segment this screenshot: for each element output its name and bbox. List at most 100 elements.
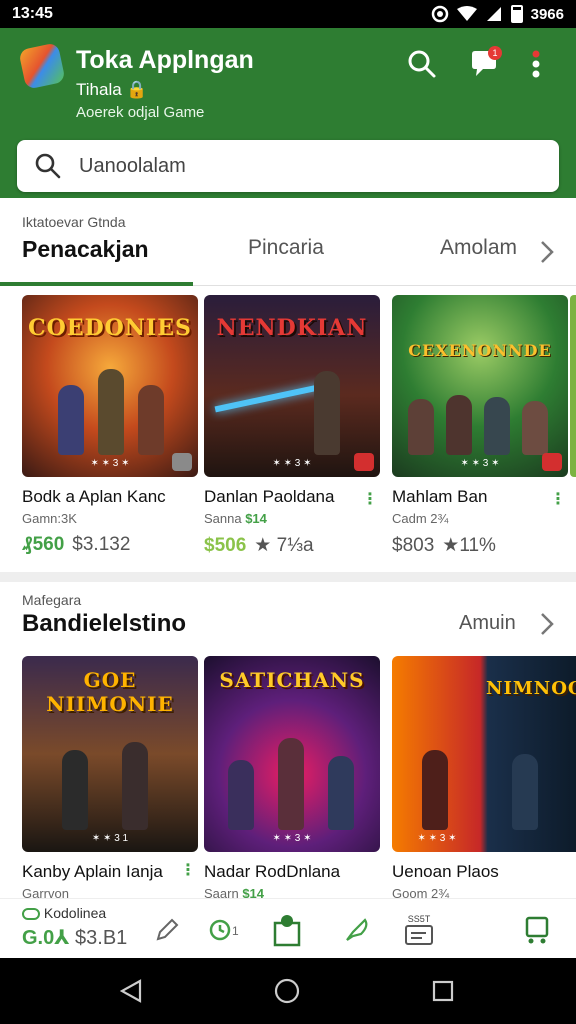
game-card[interactable]: GOE NIIMONIE ✶ ✶ 3 1 Kanby Aplain Ianja … xyxy=(22,656,198,901)
next-card-peek xyxy=(570,295,576,477)
character-figure xyxy=(138,385,164,455)
character-figure xyxy=(278,738,304,830)
back-button[interactable] xyxy=(116,976,146,1006)
game-name: Bodk a Aplan Kanc xyxy=(22,487,166,506)
character-figure xyxy=(522,401,548,455)
notification-badge: 1 xyxy=(488,46,502,60)
game-price-row: $803 ★11% xyxy=(392,534,568,557)
character-figure xyxy=(408,399,434,455)
nav-wallet-button[interactable]: SS5T xyxy=(402,913,436,947)
search-input[interactable]: Uanoolalam xyxy=(17,140,559,192)
system-navigation-bar xyxy=(0,958,576,1024)
library-icon xyxy=(525,916,549,944)
nav-clock-button[interactable]: 1 xyxy=(206,913,246,947)
game-name: Mahlam Ban xyxy=(392,487,488,506)
game-name: Danlan Paoldana xyxy=(204,487,335,506)
game-cover-image: GOE NIIMONIE ✶ ✶ 3 1 xyxy=(22,656,198,852)
character-figure xyxy=(228,760,254,830)
cover-dots: ✶ ✶ 3 1 xyxy=(91,833,129,844)
recents-square-icon xyxy=(432,980,454,1002)
game-card[interactable]: CEXENONNDE ✶ ✶ 3 ✶ Mahlam Ban Cadm 2¾ $8… xyxy=(392,295,568,557)
character-figure xyxy=(446,395,472,455)
character-figure xyxy=(422,750,448,830)
clock-icon: 1 xyxy=(209,919,239,941)
wifi-icon xyxy=(456,6,477,21)
game-meta: Gamn:3K xyxy=(22,511,77,526)
game-card[interactable]: COEDONIES ✶ ✶ 3 ✶ Bodk a Aplan Kanc Gamn… xyxy=(22,295,198,556)
battery-text: 3966 xyxy=(530,5,564,23)
chevron-right-icon[interactable] xyxy=(540,612,554,636)
wallet-icon xyxy=(405,925,433,945)
app-subtitle: Tihala 🔒 xyxy=(76,80,148,99)
pen-icon xyxy=(156,918,179,941)
nav-wallet-label: SS5T xyxy=(407,914,431,924)
section-overline: Mafegara xyxy=(22,592,82,608)
recents-button[interactable] xyxy=(428,976,458,1006)
game-name: Nadar RodDnlana xyxy=(204,862,341,881)
game-card[interactable]: NENDKIAN ✶ ✶ 3 ✶ Danlan Paoldana Sanna $… xyxy=(204,295,380,557)
status-icons: 3966 xyxy=(431,5,564,23)
game-price-row: $506 ★ 7⅓a xyxy=(204,534,380,557)
game-cover-image: NENDKIAN ✶ ✶ 3 ✶ xyxy=(204,295,380,477)
game-price-primary: $803 xyxy=(392,534,435,556)
section-divider xyxy=(0,572,576,582)
character-figure xyxy=(62,750,88,830)
game-name: Kanby Aplain Ianja xyxy=(22,862,163,881)
active-tab-indicator xyxy=(0,282,193,286)
bottom-overline: Kodolinea xyxy=(22,905,106,921)
nav-library-button[interactable] xyxy=(520,913,554,947)
card-more-icon[interactable]: ⋮ xyxy=(180,860,196,880)
see-more-link[interactable]: Amuin xyxy=(459,612,516,635)
tabs-overline: Iktatoevar Gtnda xyxy=(22,214,126,230)
tab-bar: Penacakjan Pincaria Amolam xyxy=(0,232,576,286)
gamepad-icon xyxy=(22,908,40,921)
game-card[interactable]: NIMNOON ✶ ✶ 3 ✶ Uenoan Plaos Goom 2¾ xyxy=(392,656,576,901)
game-price-row: ₰560 $3.132 xyxy=(22,534,198,556)
card-more-icon[interactable]: ⋮ xyxy=(362,489,378,509)
cover-title: GOE NIIMONIE xyxy=(46,668,174,716)
cover-title: COEDONIES xyxy=(28,315,192,341)
cover-dots: ✶ ✶ 3 ✶ xyxy=(417,833,457,844)
signal-icon xyxy=(486,7,501,21)
game-cover-image: NIMNOON ✶ ✶ 3 ✶ xyxy=(392,656,576,852)
character-figure xyxy=(98,369,124,455)
search-button[interactable] xyxy=(404,46,440,82)
tab-penacakjan[interactable]: Penacakjan xyxy=(22,236,149,263)
cover-title: SATICHANS xyxy=(219,668,365,692)
cover-tag-icon xyxy=(172,453,192,471)
nav-store-button[interactable] xyxy=(270,913,304,947)
character-figure xyxy=(122,742,148,830)
home-circle-icon xyxy=(274,978,300,1004)
cover-title: NIMNOON xyxy=(486,678,576,699)
home-button[interactable] xyxy=(272,976,302,1006)
tab-amolam[interactable]: Amolam xyxy=(440,236,517,260)
search-icon xyxy=(408,50,436,78)
game-cover-image: COEDONIES ✶ ✶ 3 ✶ xyxy=(22,295,198,477)
store-bag-icon xyxy=(273,915,301,947)
character-figure xyxy=(58,385,84,455)
feather-icon xyxy=(346,918,368,941)
more-vertical-icon xyxy=(532,50,540,78)
back-triangle-icon xyxy=(120,979,142,1003)
cover-dots: ✶ ✶ 3 ✶ xyxy=(272,833,312,844)
overflow-menu-button[interactable] xyxy=(526,46,546,82)
cover-title: NENDKIAN xyxy=(216,315,368,341)
nav-feather-button[interactable] xyxy=(340,913,374,947)
laser-beam xyxy=(214,383,324,413)
status-time: 13:45 xyxy=(12,5,53,22)
character-figure xyxy=(328,756,354,830)
notifications-button[interactable]: 1 xyxy=(466,46,502,82)
card-more-icon[interactable]: ⋮ xyxy=(550,489,566,509)
circle-status-icon xyxy=(431,5,448,23)
chevron-right-icon[interactable] xyxy=(540,240,554,264)
app-logo-icon xyxy=(18,42,66,90)
tab-pincaria[interactable]: Pincaria xyxy=(248,236,324,260)
game-card[interactable]: SATICHANS ✶ ✶ 3 ✶ Nadar RodDnlana Saarn … xyxy=(204,656,380,901)
game-meta: Sanna $14 xyxy=(204,511,267,526)
nav-pen-button[interactable] xyxy=(150,913,184,947)
game-name: Uenoan Plaos xyxy=(392,862,499,881)
bottom-navigation: Kodolinea G.0⅄ $3.B1 1 SS5T xyxy=(0,898,576,958)
search-placeholder: Uanoolalam xyxy=(79,154,186,177)
game-price-primary: $506 xyxy=(204,534,247,556)
game-price-secondary: ★ 7⅓a xyxy=(254,535,314,556)
